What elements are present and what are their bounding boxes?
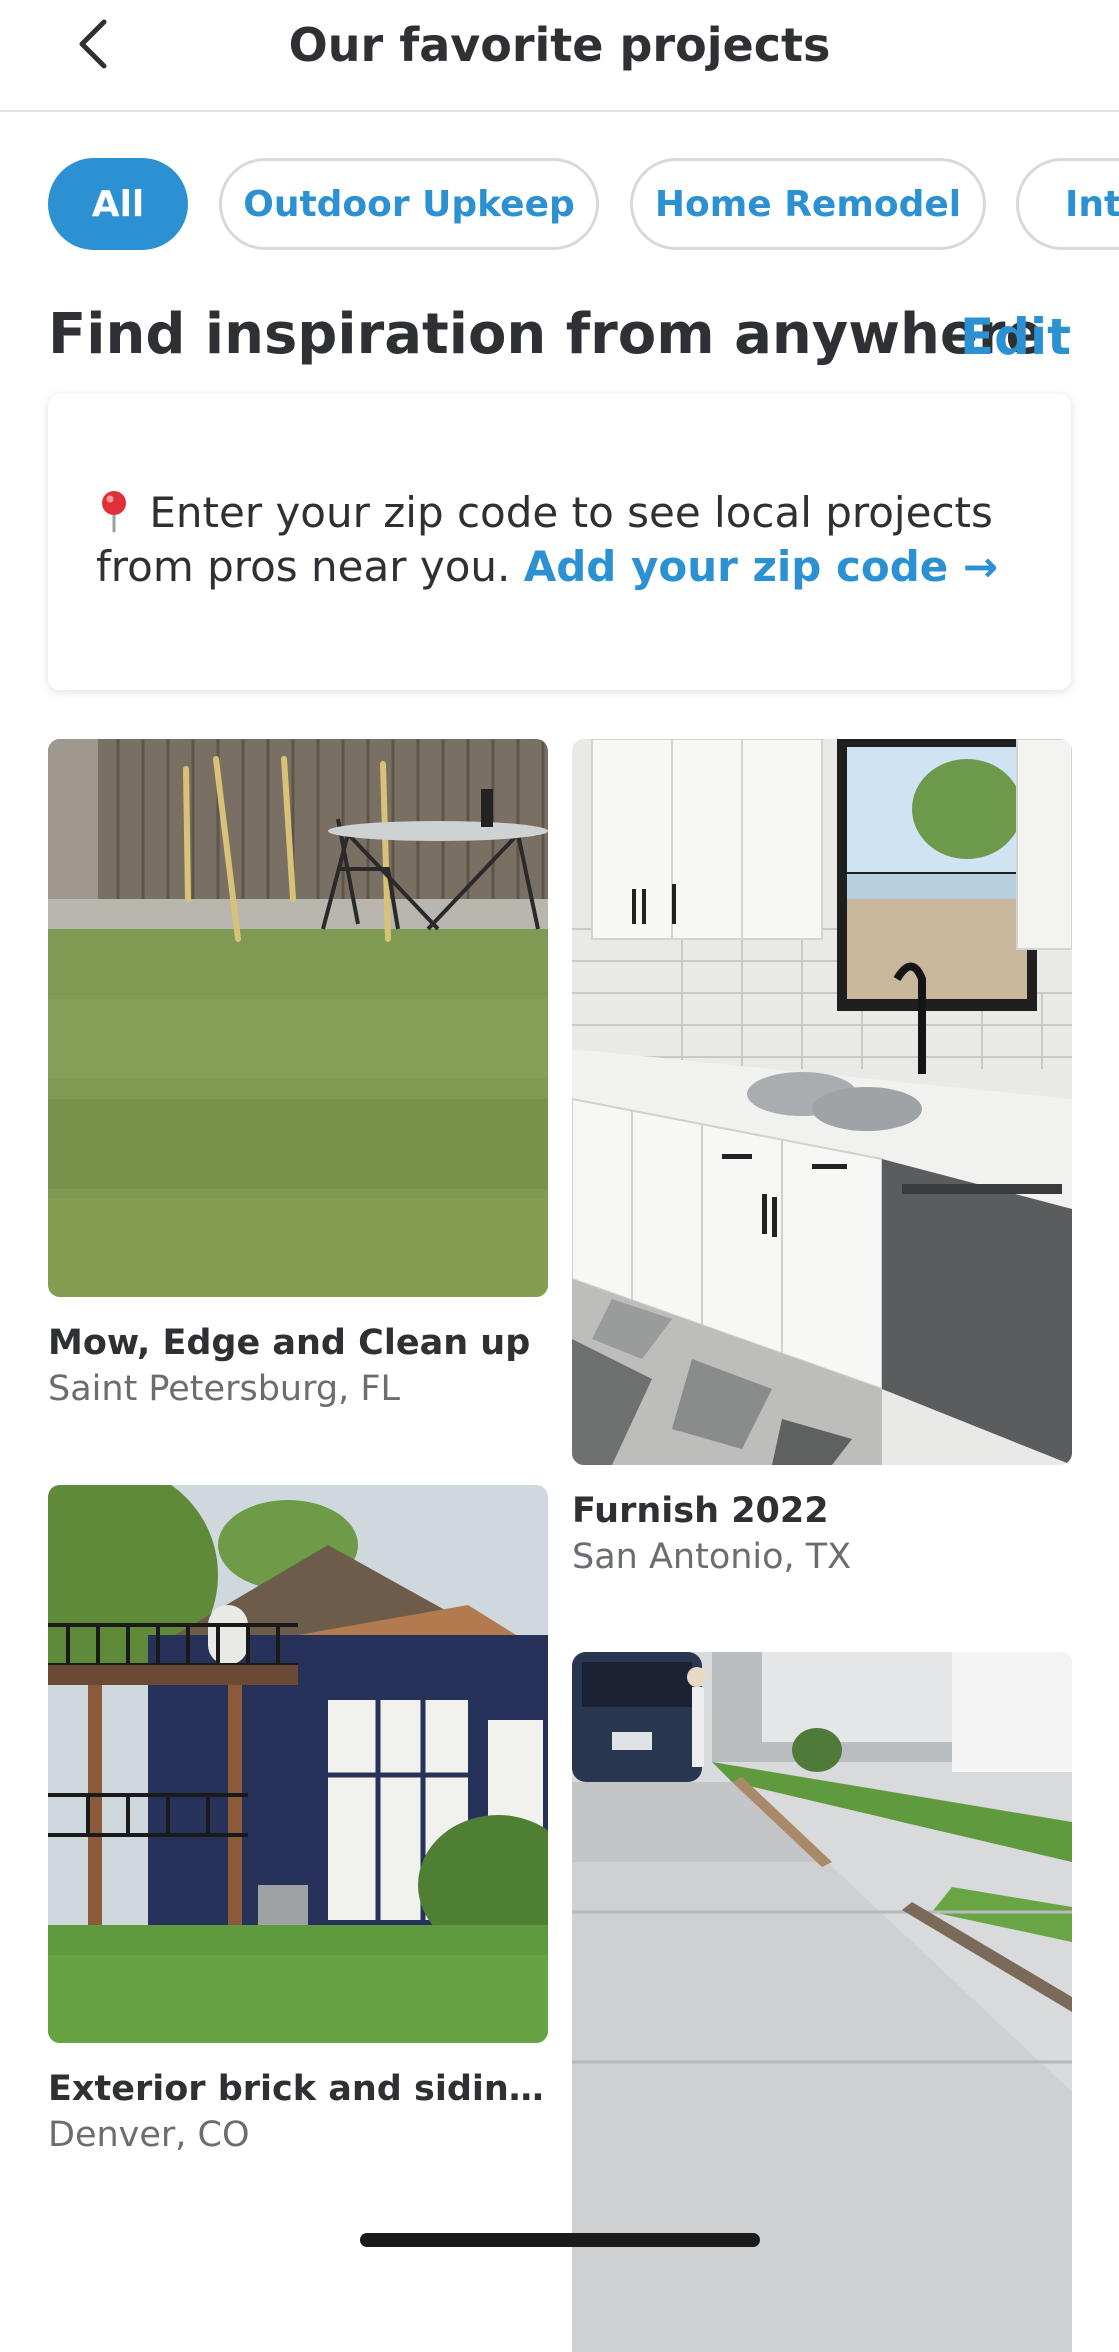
project-name: Furnish 2022	[572, 1491, 829, 1531]
project-name: Exterior brick and siding ho...	[48, 2069, 548, 2109]
edit-link[interactable]: Edit	[960, 308, 1071, 366]
zip-code-prompt-card: Enter your zip code to see local project…	[48, 394, 1071, 690]
project-name: Mow, Edge and Clean up	[48, 1323, 531, 1363]
project-location: Saint Petersburg, FL	[48, 1369, 400, 1409]
home-indicator	[360, 2233, 760, 2247]
project-photo	[48, 1485, 548, 2043]
project-location: Denver, CO	[48, 2115, 250, 2155]
top-nav-bar: Our favorite projects	[0, 0, 1119, 112]
project-photo	[572, 1652, 1072, 2352]
section-title: Find inspiration from anywhere	[48, 302, 1044, 367]
page-title: Our favorite projects	[288, 18, 831, 72]
project-photo	[48, 739, 548, 1297]
project-card[interactable]: Furnish 2022 San Antonio, TX	[572, 739, 1072, 1577]
chip-interior[interactable]: Inte	[1016, 158, 1119, 250]
chip-outdoor-upkeep[interactable]: Outdoor Upkeep	[219, 158, 599, 250]
location-pin-icon	[102, 491, 126, 533]
chip-home-remodel[interactable]: Home Remodel	[630, 158, 986, 250]
add-zip-code-link[interactable]: Add your zip code →	[524, 542, 998, 591]
project-location: San Antonio, TX	[572, 1537, 852, 1577]
category-filter-row: All Outdoor Upkeep Home Remodel Inte	[0, 158, 1119, 254]
project-photo	[572, 739, 1072, 1465]
chip-all[interactable]: All	[48, 158, 188, 250]
project-card[interactable]	[572, 1652, 1072, 2352]
project-card[interactable]: Exterior brick and siding ho... Denver, …	[48, 1485, 548, 2155]
project-card[interactable]: Mow, Edge and Clean up Saint Petersburg,…	[48, 739, 548, 1409]
